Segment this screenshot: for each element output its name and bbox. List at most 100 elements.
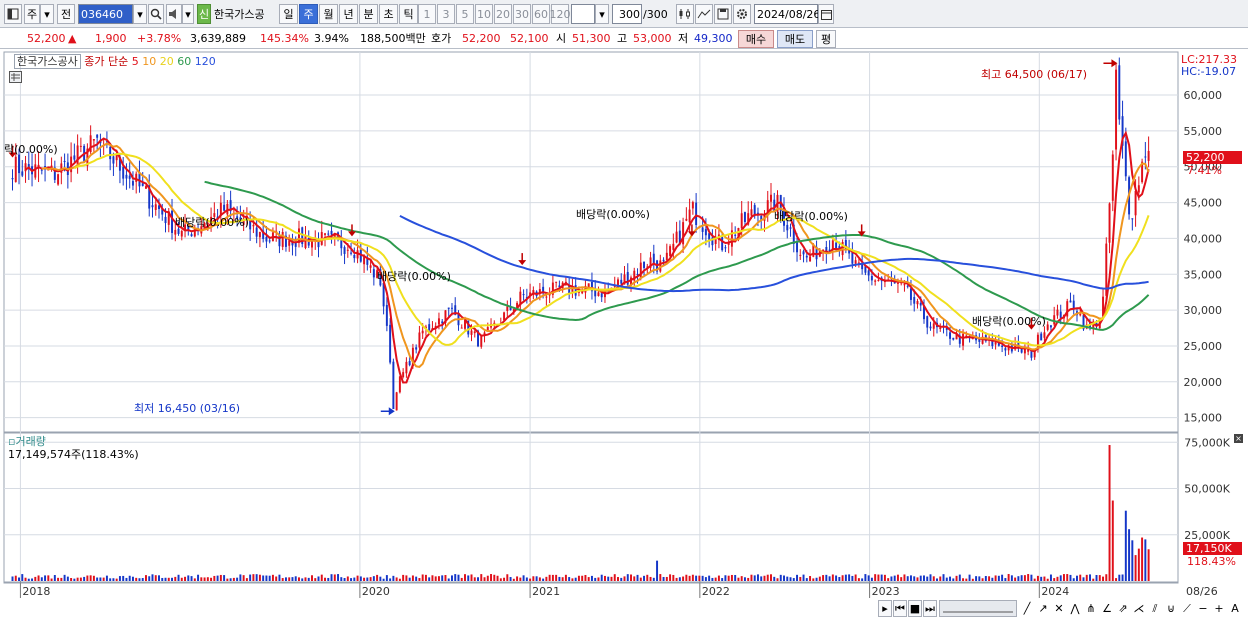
draw-fork-icon[interactable]: ⋔ <box>1084 600 1098 617</box>
legend-ma60: 60 <box>177 55 192 68</box>
draw-line2-icon[interactable]: ⟋ <box>1180 600 1194 617</box>
volume-bar <box>1105 574 1108 581</box>
volume-bar <box>1131 540 1134 581</box>
candle-body <box>128 175 131 179</box>
volume-bar <box>545 576 548 581</box>
navigation-bar: ▸ ⏮ ■ ⏭ ╱ ↗ ✕ ⋀ ⋔ ∠ ⇗ ⋌ ⫽ ⊍ ⟋ − + A <box>0 600 1248 621</box>
volume-bar <box>70 578 73 581</box>
close-volume-panel-icon[interactable]: × <box>1234 434 1243 443</box>
auto-scale-icon[interactable]: A <box>1228 600 1242 617</box>
last-page-icon[interactable]: ⏭ <box>923 600 937 617</box>
volume-bar <box>952 578 955 581</box>
candle-body <box>343 247 346 254</box>
volume-bar <box>835 575 838 581</box>
volume-bar <box>314 578 317 581</box>
volume-bar <box>756 574 759 581</box>
volume-bar <box>613 574 616 581</box>
legend-ma20: 20 <box>159 55 174 68</box>
data-table-icon[interactable] <box>9 71 22 83</box>
volume-bar <box>1082 577 1085 581</box>
last-volume-pct: 118.43% <box>1187 555 1236 568</box>
volume-bar <box>148 576 151 581</box>
draw-channel-icon[interactable]: ⫽ <box>1148 600 1162 617</box>
volume-bar <box>909 575 912 581</box>
volume-bar <box>151 574 154 581</box>
draw-line-icon[interactable]: ╱ <box>1020 600 1034 617</box>
year-tick-label: 2021 <box>532 585 560 598</box>
volume-bar <box>851 575 854 581</box>
volume-bar <box>649 576 652 581</box>
volume-bar <box>828 576 831 581</box>
draw-angle-icon[interactable]: ∠ <box>1100 600 1114 617</box>
draw-arrow-icon[interactable]: ⇗ <box>1116 600 1130 617</box>
volume-tick-label: 50,000K <box>1184 483 1230 496</box>
candle-body <box>428 324 431 330</box>
candle-body <box>11 178 14 180</box>
volume-bar <box>870 577 873 581</box>
volume-bar <box>40 577 43 581</box>
volume-bar <box>496 575 499 581</box>
dividend-label-2017: 락(0.00%) <box>4 143 58 156</box>
volume-bar <box>831 574 834 581</box>
volume-bar <box>180 577 183 581</box>
draw-trend-icon[interactable]: ↗ <box>1036 600 1050 617</box>
candle-body <box>255 227 258 237</box>
volume-bar <box>864 574 867 581</box>
price-tick-label: 30,000 <box>1184 304 1223 317</box>
candle-body <box>14 156 17 182</box>
volume-bar <box>532 576 535 581</box>
candle-body <box>304 235 307 249</box>
volume-bar <box>913 576 916 581</box>
volume-bar <box>535 576 538 581</box>
candle-body <box>73 155 76 160</box>
candle-body <box>268 240 271 242</box>
draw-cross-icon[interactable]: ✕ <box>1052 600 1066 617</box>
legend-stock-name: 한국가스공사 <box>14 54 81 69</box>
volume-bar <box>936 578 938 581</box>
volume-bar <box>158 575 160 581</box>
candle-body <box>63 160 66 162</box>
volume-bar <box>900 577 903 581</box>
volume-bar <box>721 578 724 581</box>
candle-body <box>1137 185 1140 193</box>
volume-bar <box>1108 445 1111 581</box>
price-tick-label: 20,000 <box>1184 376 1223 389</box>
volume-bar <box>1027 574 1030 581</box>
volume-bar <box>421 574 424 581</box>
volume-bar <box>415 576 418 581</box>
draw-fan-icon[interactable]: ⋌ <box>1132 600 1146 617</box>
volume-bar <box>262 575 265 581</box>
draw-zigzag-icon[interactable]: ⋀ <box>1068 600 1082 617</box>
candle-body <box>57 174 60 185</box>
first-page-icon[interactable]: ⏮ <box>893 600 907 617</box>
volume-bar <box>232 577 235 581</box>
draw-magnet-icon[interactable]: ⊍ <box>1164 600 1178 617</box>
volume-bar <box>431 575 434 581</box>
volume-bar <box>1137 548 1140 581</box>
zoom-out-icon[interactable]: − <box>1196 600 1210 617</box>
volume-bar <box>161 577 164 581</box>
volume-bar <box>363 577 366 581</box>
candle-body <box>919 302 922 306</box>
candle-body <box>1072 300 1075 308</box>
volume-bar <box>447 578 450 581</box>
volume-bar <box>1076 575 1078 581</box>
volume-bar <box>34 576 37 581</box>
stop-icon[interactable]: ■ <box>908 600 922 617</box>
candle-body <box>1144 156 1147 158</box>
volume-bar <box>418 578 421 581</box>
volume-bar <box>678 577 681 581</box>
volume-bar <box>385 575 388 581</box>
stock-chart[interactable]: 15,000 20,000 25,000 30,000 35,000 40,000 45,0… <box>0 0 1248 621</box>
chart-scrollbar[interactable] <box>939 600 1017 617</box>
candle-body <box>770 194 772 202</box>
chart-legend: 한국가스공사 종가 단순 5 10 20 60 120 <box>14 53 216 69</box>
volume-bar <box>346 576 349 581</box>
candle-body <box>1131 218 1134 220</box>
volume-bar <box>301 578 304 581</box>
volume-bar <box>1141 537 1144 581</box>
scroll-right-icon[interactable]: ▸ <box>878 600 892 617</box>
volume-bar <box>187 575 190 581</box>
candle-body <box>854 260 857 264</box>
zoom-in-icon[interactable]: + <box>1212 600 1226 617</box>
